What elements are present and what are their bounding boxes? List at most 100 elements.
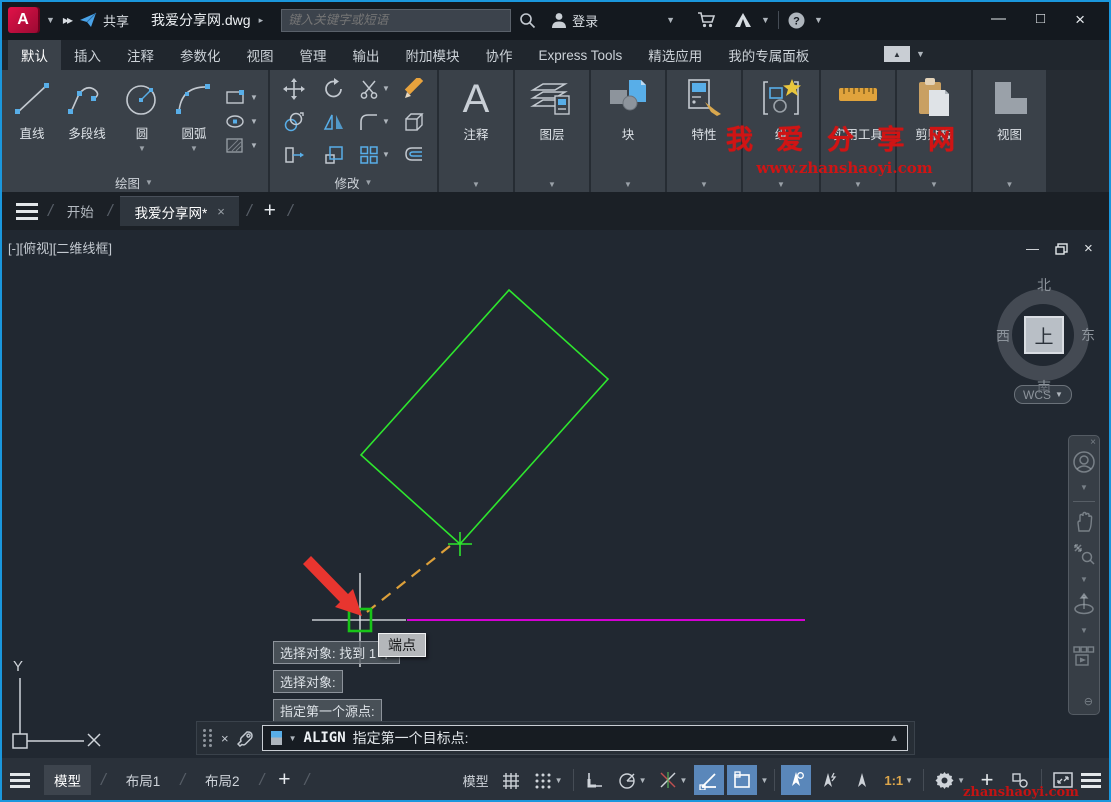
tab-layout2[interactable]: 布局2 (195, 765, 250, 795)
snap-flyout-icon[interactable]: ▼ (555, 776, 563, 785)
annotation-autoscale-toggle[interactable] (814, 765, 844, 795)
viewcube-west[interactable]: 西 (996, 326, 1010, 346)
command-input-field[interactable]: ▼ ALIGN 指定第一个目标点: ▲ (261, 725, 908, 751)
autodesk-logo-icon[interactable] (733, 11, 753, 29)
polar-flyout-icon[interactable]: ▼ (639, 776, 647, 785)
panel-draw-title[interactable]: 绘图 ▼ (0, 173, 268, 192)
object-snap-toggle[interactable] (694, 765, 725, 795)
ribbon-tab-addins[interactable]: 附加模块 (393, 40, 473, 70)
navbar-close-icon[interactable]: × (1090, 437, 1096, 448)
ribbon-tab-featured-apps[interactable]: 精选应用 (635, 40, 715, 70)
quick-access-expand-icon[interactable]: ▸▸ (63, 13, 73, 27)
tab-model[interactable]: 模型 (44, 765, 91, 795)
tool-circle[interactable]: 圆 ▼ (116, 70, 168, 173)
orbit-icon[interactable] (1072, 593, 1096, 617)
ortho-toggle[interactable] (580, 765, 610, 795)
block-button[interactable]: 块 ▼ (591, 70, 665, 192)
tab-layout1[interactable]: 布局1 (116, 765, 171, 795)
ribbon-tab-insert[interactable]: 插入 (61, 40, 114, 70)
filename-flyout-icon[interactable]: ▸ (259, 15, 264, 26)
command-flyout-icon[interactable]: ▼ (289, 734, 297, 743)
tool-array[interactable]: ▼ (358, 144, 390, 166)
showmotion-icon[interactable] (1072, 644, 1096, 668)
grid-toggle[interactable] (496, 765, 526, 795)
isolate-objects-button[interactable] (1005, 765, 1035, 795)
viewcube-top-face[interactable]: 上 (1024, 316, 1064, 354)
zoom-flyout-icon[interactable]: ▼ (1080, 575, 1088, 584)
hatch-flyout-icon[interactable]: ▼ (250, 141, 258, 150)
dynamic-input-toggle[interactable] (727, 765, 758, 795)
tool-fillet[interactable]: ▼ (358, 111, 390, 133)
tool-line[interactable]: 直线 (6, 70, 58, 173)
tool-3d-box[interactable] (403, 111, 425, 133)
tool-move[interactable] (283, 77, 305, 100)
annotation-scale-button[interactable] (847, 765, 877, 795)
command-settings-wrench-icon[interactable] (236, 730, 254, 747)
annotation-monitor-button[interactable]: + (972, 765, 1002, 795)
panel-annotate-expand-icon[interactable]: ▼ (472, 180, 480, 189)
command-bar-close-icon[interactable]: × (221, 731, 229, 746)
pan-hand-icon[interactable] (1073, 511, 1095, 533)
array-flyout-icon[interactable]: ▼ (382, 150, 390, 159)
panel-block-expand-icon[interactable]: ▼ (624, 180, 632, 189)
polar-tracking-toggle[interactable]: ▼ (613, 765, 651, 795)
layers-button[interactable]: 图层 ▼ (515, 70, 589, 192)
autocad-app-icon[interactable]: A (8, 7, 38, 33)
selected-rectangle[interactable] (359, 288, 610, 546)
ribbon-tab-view[interactable]: 视图 (234, 40, 287, 70)
object-snap-tracking-toggle[interactable]: ▼ (654, 765, 692, 795)
viewport-minimize-icon[interactable]: — (1026, 241, 1039, 256)
clipboard-button[interactable]: 剪贴板 ▼ (897, 70, 971, 192)
tool-offset[interactable] (403, 144, 425, 166)
annotate-button[interactable]: A 注释 ▼ (439, 70, 513, 192)
model-space-button[interactable]: 模型 (459, 765, 493, 795)
groups-button[interactable]: 组 ▼ (743, 70, 819, 192)
tool-mirror[interactable] (323, 111, 345, 133)
viewcube-east[interactable]: 东 (1081, 325, 1095, 345)
panel-layers-expand-icon[interactable]: ▼ (548, 180, 556, 189)
file-tab-current[interactable]: 我爱分享网* × (120, 196, 239, 226)
viewport-close-icon[interactable]: × (1084, 240, 1093, 257)
tool-arc[interactable]: 圆弧 ▼ (168, 70, 220, 173)
fillet-flyout-icon[interactable]: ▼ (382, 117, 390, 126)
ribbon-tab-parametric[interactable]: 参数化 (167, 40, 234, 70)
scale-value-button[interactable]: 1:1 ▼ (880, 765, 917, 795)
properties-button[interactable]: 特性 ▼ (667, 70, 741, 192)
close-button[interactable]: × (1075, 10, 1085, 30)
tool-arc-flyout-icon[interactable]: ▼ (190, 144, 198, 153)
workspace-flyout-icon[interactable]: ▼ (957, 776, 965, 785)
view-button[interactable]: 视图 ▼ (973, 70, 1046, 192)
ellipse-icon[interactable] (224, 113, 246, 130)
rectangle-icon[interactable] (224, 89, 246, 106)
search-box[interactable] (281, 8, 512, 32)
ribbon-collapse-chevron-down-icon[interactable]: ▼ (916, 49, 925, 59)
zoom-extents-icon[interactable] (1072, 542, 1096, 566)
customization-menu-icon[interactable] (1081, 772, 1101, 788)
ellipse-flyout-icon[interactable]: ▼ (250, 117, 258, 126)
minimize-button[interactable]: — (991, 10, 1006, 30)
account-chevron-down-icon[interactable]: ▼ (666, 15, 675, 25)
viewport-restore-icon[interactable] (1055, 242, 1068, 255)
new-drawing-plus-icon[interactable]: + (264, 199, 276, 223)
ucs-icon[interactable] (12, 678, 101, 749)
hatch-icon[interactable] (224, 137, 246, 154)
tool-rotate[interactable] (323, 77, 345, 100)
tool-copy[interactable] (283, 111, 305, 133)
annotation-visibility-toggle[interactable] (781, 765, 812, 795)
search-icon[interactable] (519, 12, 536, 29)
ribbon-collapse-button[interactable]: ▲ (884, 46, 910, 62)
tool-erase[interactable] (403, 77, 425, 100)
share-button[interactable]: 共享 (79, 11, 129, 30)
ribbon-tab-express-tools[interactable]: Express Tools (526, 40, 636, 70)
wcs-menu[interactable]: WCS ▼ (1014, 385, 1072, 404)
panel-groups-expand-icon[interactable]: ▼ (777, 180, 785, 189)
layout-menu-icon[interactable] (10, 772, 30, 788)
autodesk-chevron-down-icon[interactable]: ▼ (761, 15, 770, 25)
help-chevron-down-icon[interactable]: ▼ (814, 15, 823, 25)
new-layout-plus-icon[interactable]: + (278, 768, 290, 792)
ribbon-tab-output[interactable]: 输出 (340, 40, 393, 70)
panel-utilities-expand-icon[interactable]: ▼ (854, 180, 862, 189)
panel-view-expand-icon[interactable]: ▼ (1006, 180, 1014, 189)
file-tab-start[interactable]: 开始 (61, 201, 100, 221)
help-icon[interactable]: ? (787, 11, 806, 30)
